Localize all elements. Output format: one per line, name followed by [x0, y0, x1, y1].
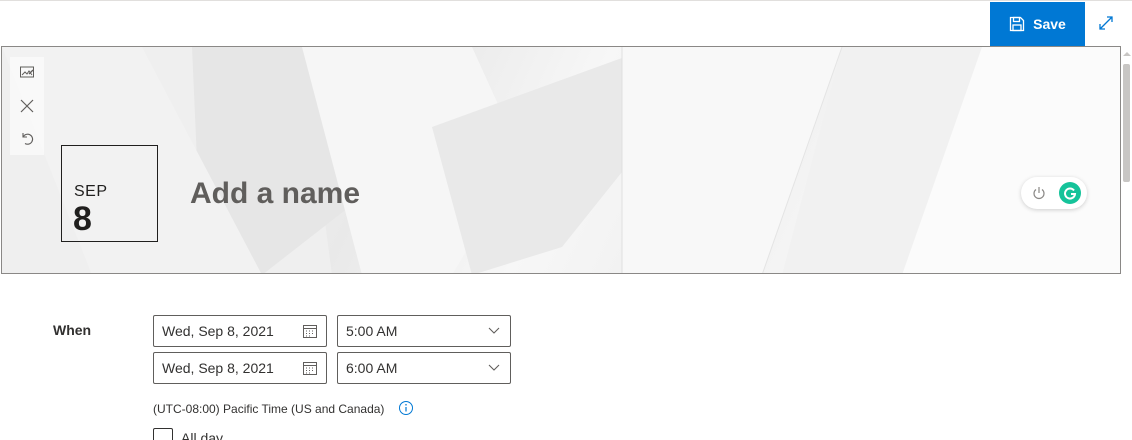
change-image-button[interactable]	[15, 60, 39, 84]
event-banner	[1, 46, 1121, 274]
calendar-icon	[294, 353, 326, 383]
end-date-value: Wed, Sep 8, 2021	[162, 360, 274, 376]
save-icon	[1009, 16, 1025, 32]
calendar-icon	[294, 316, 326, 346]
banner-tools	[10, 57, 44, 155]
expand-icon	[1099, 16, 1113, 30]
date-day: 8	[73, 200, 92, 238]
all-day-label: All day	[181, 430, 224, 440]
start-date-picker[interactable]: Wed, Sep 8, 2021	[153, 315, 327, 347]
start-time-value: 5:00 AM	[346, 323, 398, 339]
vertical-scrollbar[interactable]	[1121, 46, 1132, 440]
undo-button[interactable]	[15, 126, 39, 150]
power-icon	[1033, 187, 1045, 200]
date-badge: SEP 8	[61, 145, 158, 242]
expand-button[interactable]	[1094, 11, 1118, 35]
save-button[interactable]: Save	[990, 2, 1085, 46]
grammarly-g-icon	[1064, 187, 1077, 200]
chevron-down-icon	[478, 353, 510, 383]
change-image-icon	[20, 66, 34, 78]
grammarly-logo[interactable]	[1059, 182, 1081, 204]
event-name-input[interactable]: Add a name	[190, 176, 360, 212]
start-date-value: Wed, Sep 8, 2021	[162, 323, 274, 339]
end-date-picker[interactable]: Wed, Sep 8, 2021	[153, 352, 327, 384]
banner-background-image	[2, 47, 1120, 273]
grammarly-power-button[interactable]	[1030, 184, 1048, 202]
info-icon[interactable]	[398, 400, 414, 416]
scroll-thumb[interactable]	[1123, 64, 1130, 182]
close-icon	[20, 99, 34, 113]
chevron-down-icon	[478, 316, 510, 346]
when-label: When	[53, 322, 92, 338]
command-bar: Save	[0, 0, 1132, 46]
timezone-label: (UTC-08:00) Pacific Time (US and Canada)	[153, 402, 385, 416]
start-time-dropdown[interactable]: 5:00 AM	[337, 315, 511, 347]
remove-image-button[interactable]	[15, 94, 39, 118]
grammarly-widget	[1021, 177, 1087, 209]
scroll-up-arrow[interactable]	[1123, 52, 1131, 56]
end-time-dropdown[interactable]: 6:00 AM	[337, 352, 511, 384]
undo-icon	[22, 133, 34, 145]
end-time-value: 6:00 AM	[346, 360, 398, 376]
save-label: Save	[1033, 16, 1066, 32]
all-day-checkbox[interactable]	[153, 428, 173, 440]
